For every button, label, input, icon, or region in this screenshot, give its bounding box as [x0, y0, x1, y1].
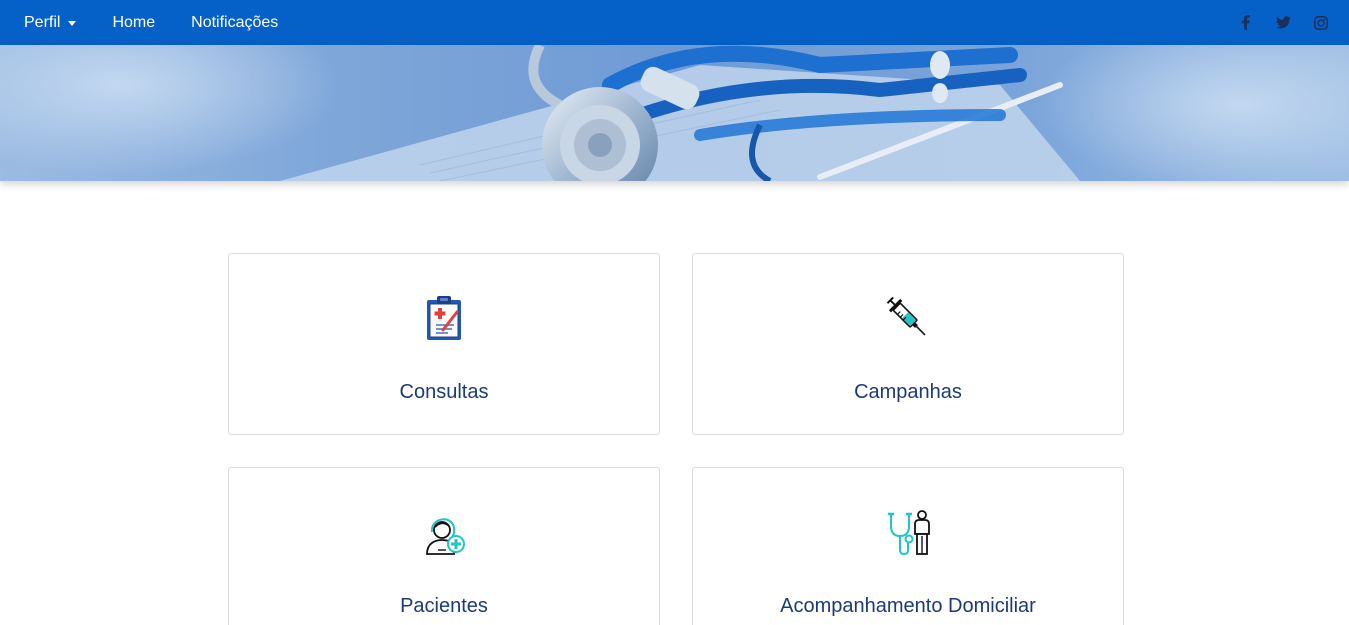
patient-icon [426, 518, 465, 555]
nav-notificacoes[interactable]: Notificações [191, 14, 278, 31]
facebook-icon[interactable] [1237, 15, 1253, 31]
twitter-icon[interactable] [1275, 15, 1291, 31]
nav-perfil-label: Perfil [24, 13, 61, 31]
top-navbar: Perfil Home Notificações [0, 0, 1349, 45]
syringe-icon [886, 296, 926, 336]
card-acompanhamento-domiciliar[interactable]: Acompanhamento Domiciliar [692, 467, 1124, 625]
hero-banner [0, 45, 1349, 181]
card-title-acompanhamento-domiciliar: Acompanhamento Domiciliar [780, 595, 1036, 617]
card-title-campanhas: Campanhas [854, 381, 962, 403]
card-title-pacientes: Pacientes [400, 595, 488, 617]
social-links [1237, 0, 1329, 45]
instagram-icon[interactable] [1313, 15, 1329, 31]
card-consultas[interactable]: Consultas [228, 253, 660, 435]
clipboard-icon [427, 296, 461, 340]
nav-home[interactable]: Home [112, 14, 155, 31]
nav-perfil-dropdown[interactable]: Perfil [24, 13, 77, 31]
stethoscope-banner-image [0, 45, 1349, 181]
home-care-icon [888, 510, 930, 556]
caret-down-icon [68, 21, 77, 26]
card-campanhas[interactable]: Campanhas [692, 253, 1124, 435]
card-pacientes[interactable]: Pacientes [228, 467, 660, 625]
card-title-consultas: Consultas [399, 381, 489, 403]
